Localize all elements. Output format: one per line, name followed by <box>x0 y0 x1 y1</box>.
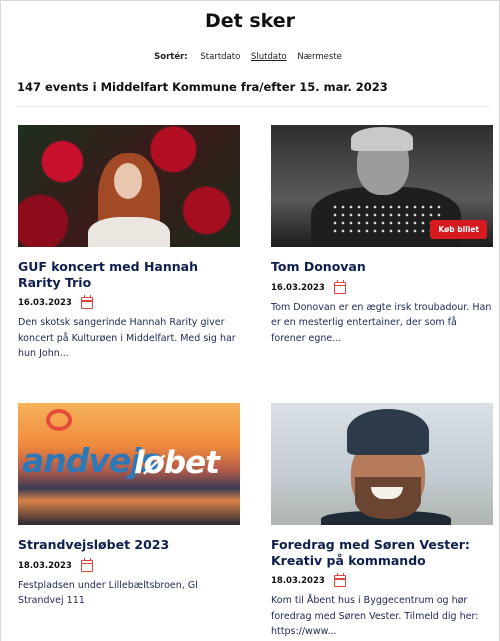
event-card[interactable]: GUF koncert med Hannah Rarity Trio 16.03… <box>18 125 240 362</box>
event-title[interactable]: GUF koncert med Hannah Rarity Trio <box>18 259 240 290</box>
event-card[interactable]: andvejs løbet Strandvejsløbet 2023 18.03… <box>18 403 240 609</box>
event-card[interactable]: Foredrag med Søren Vester: Kreativ på ko… <box>271 403 493 640</box>
calendar-icon[interactable] <box>333 279 346 294</box>
image-jacket-studs <box>331 203 441 233</box>
event-image[interactable] <box>18 125 240 247</box>
image-figure-hair <box>351 127 413 151</box>
event-date: 18.03.2023 <box>271 576 325 586</box>
event-date-row: 18.03.2023 <box>271 573 493 589</box>
logo-mark-icon <box>46 409 72 431</box>
result-count-heading: 147 events i Middelfart Kommune fra/efte… <box>17 80 388 94</box>
sort-option-startdato[interactable]: Startdato <box>200 52 240 62</box>
image-figure-beanie <box>347 409 429 455</box>
event-date: 16.03.2023 <box>271 282 325 293</box>
event-card[interactable]: Køb billet Tom Donovan 16.03.2023 Tom Do… <box>271 125 493 346</box>
event-image[interactable] <box>271 403 493 525</box>
event-date-row: 18.03.2023 <box>18 557 240 574</box>
event-image[interactable]: Køb billet <box>271 125 493 247</box>
divider <box>17 106 489 107</box>
image-figure-dress <box>88 217 170 247</box>
sort-bar: Sortér: Startdato Slutdato Nærmeste <box>0 52 500 62</box>
calendar-icon[interactable] <box>333 573 346 587</box>
event-description: Den skotsk sangerinde Hannah Rarity give… <box>18 317 236 359</box>
sort-option-naermeste[interactable]: Nærmeste <box>297 52 342 62</box>
event-title[interactable]: Strandvejsløbet 2023 <box>18 537 240 553</box>
event-date: 18.03.2023 <box>18 560 72 571</box>
event-date-row: 16.03.2023 <box>18 295 240 311</box>
event-date: 16.03.2023 <box>18 298 72 308</box>
calendar-icon[interactable] <box>80 557 93 572</box>
page-title: Det sker <box>204 10 296 32</box>
sort-option-slutdato[interactable]: Slutdato <box>251 52 287 62</box>
calendar-icon[interactable] <box>80 295 93 309</box>
buy-ticket-button[interactable]: Køb billet <box>430 220 487 239</box>
event-description: Tom Donovan er en ægte irsk troubadour. … <box>271 301 492 344</box>
event-title[interactable]: Tom Donovan <box>271 259 493 275</box>
event-description: Kom til Åbent hus i Byggecentrum og hør … <box>271 595 479 637</box>
sort-label: Sortér: <box>154 52 188 62</box>
event-logo-sub: løbet <box>134 445 220 481</box>
image-figure-face <box>114 163 142 199</box>
event-image[interactable]: andvejs løbet <box>18 403 240 525</box>
event-description: Festpladsen under Lillebæltsbroen, Gl St… <box>18 579 198 607</box>
event-date-row: 16.03.2023 <box>271 279 493 296</box>
event-title[interactable]: Foredrag med Søren Vester: Kreativ på ko… <box>271 537 493 568</box>
